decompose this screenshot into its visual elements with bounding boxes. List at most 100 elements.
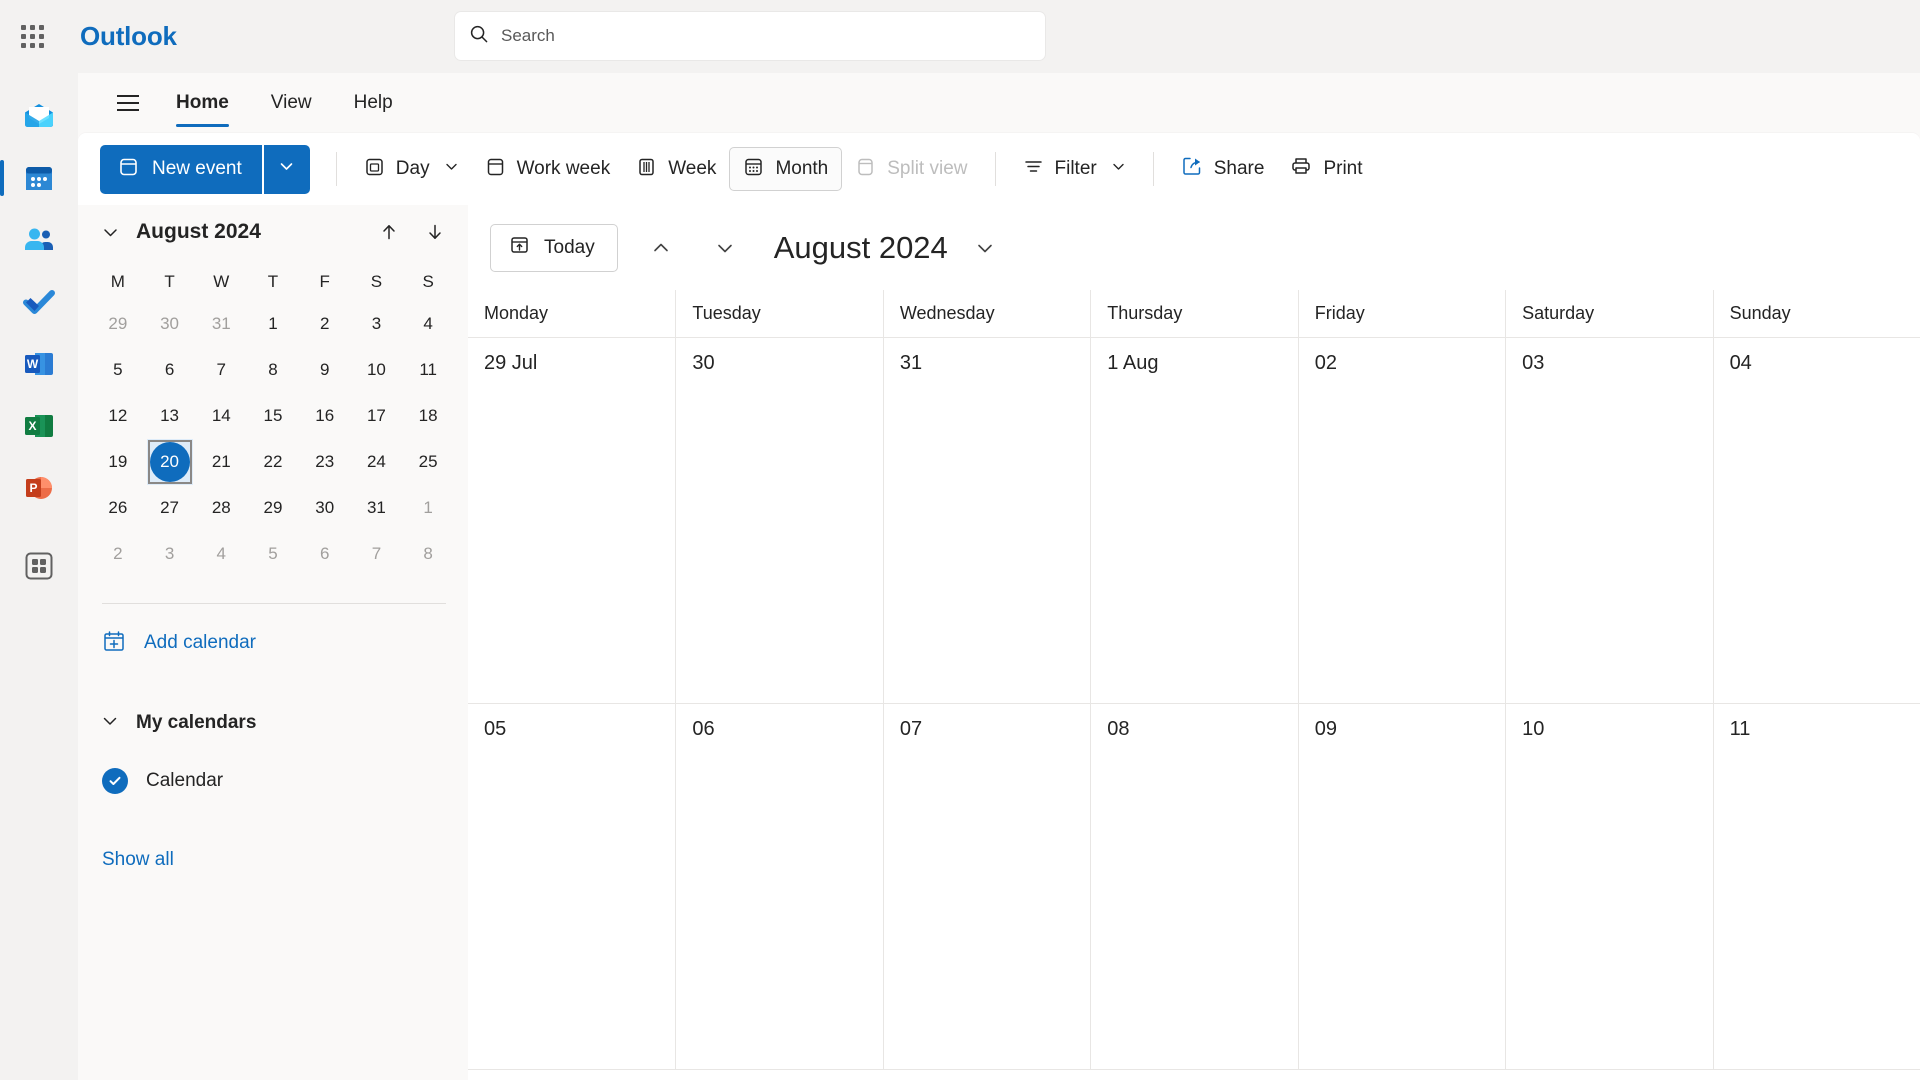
today-button[interactable]: Today bbox=[490, 223, 618, 272]
chevron-down-icon[interactable] bbox=[94, 216, 126, 248]
chevron-down-icon[interactable] bbox=[1111, 158, 1126, 180]
calendar-day-cell[interactable]: 29 Jul bbox=[468, 338, 676, 704]
mini-day-cell[interactable]: 1 bbox=[247, 301, 299, 347]
mini-day-cell[interactable]: 6 bbox=[144, 347, 196, 393]
mini-day-cell[interactable]: 31 bbox=[351, 485, 403, 531]
mini-day-cell[interactable]: 13 bbox=[144, 393, 196, 439]
rail-item-calendar[interactable] bbox=[0, 147, 67, 209]
rail-item-mail[interactable] bbox=[11, 85, 67, 147]
tab-view[interactable]: View bbox=[255, 73, 328, 133]
mini-day-cell[interactable]: 4 bbox=[195, 531, 247, 577]
mini-day-cell[interactable]: 8 bbox=[402, 531, 454, 577]
chevron-down-icon[interactable] bbox=[444, 158, 459, 180]
chevron-down-icon[interactable] bbox=[968, 231, 1002, 265]
calendar-day-cell[interactable]: 10 bbox=[1505, 704, 1713, 1070]
chevron-down-icon[interactable] bbox=[704, 227, 746, 269]
mini-day-cell[interactable]: 6 bbox=[299, 531, 351, 577]
calendar-day-cell[interactable]: 06 bbox=[675, 704, 883, 1070]
tab-home-label: Home bbox=[176, 92, 229, 113]
search-input[interactable] bbox=[501, 26, 1031, 46]
view-month-button[interactable]: Month bbox=[729, 147, 843, 191]
mini-day-cell[interactable]: 3 bbox=[144, 531, 196, 577]
calendar-period-label[interactable]: August 2024 bbox=[774, 230, 948, 266]
mini-day-cell[interactable]: 12 bbox=[92, 393, 144, 439]
mini-day-cell[interactable]: 3 bbox=[351, 301, 403, 347]
mini-day-cell[interactable]: 28 bbox=[195, 485, 247, 531]
mini-day-cell-selected[interactable]: 20 bbox=[146, 439, 193, 485]
mini-day-cell[interactable]: 22 bbox=[247, 439, 299, 485]
mini-day-initial: W bbox=[213, 272, 230, 291]
rail-item-powerpoint[interactable]: P bbox=[11, 457, 67, 519]
app-launcher-icon[interactable] bbox=[8, 13, 56, 61]
mini-day-cell[interactable]: 7 bbox=[351, 531, 403, 577]
view-week-button[interactable]: Week bbox=[623, 147, 729, 191]
mini-day-cell[interactable]: 8 bbox=[247, 347, 299, 393]
calendar-day-cell[interactable]: 02 bbox=[1297, 338, 1506, 704]
mini-day-cell[interactable]: 26 bbox=[92, 485, 144, 531]
mini-day-cell[interactable]: 16 bbox=[299, 393, 351, 439]
rail-item-more-apps[interactable] bbox=[11, 535, 67, 597]
calendar-day-cell[interactable]: 31 bbox=[882, 338, 1091, 704]
mini-day-cell[interactable]: 14 bbox=[195, 393, 247, 439]
calendar-day-cell[interactable]: 30 bbox=[675, 338, 883, 704]
hamburger-menu-icon[interactable] bbox=[106, 83, 150, 123]
mini-day-cell[interactable]: 9 bbox=[299, 347, 351, 393]
mini-day-cell[interactable]: 24 bbox=[351, 439, 403, 485]
calendar-day-cell[interactable]: 03 bbox=[1505, 338, 1713, 704]
rail-item-todo[interactable] bbox=[11, 271, 67, 333]
mini-day-cell[interactable]: 2 bbox=[92, 531, 144, 577]
arrow-down-icon[interactable] bbox=[420, 217, 450, 247]
mini-day-cell[interactable]: 29 bbox=[92, 301, 144, 347]
app-brand-title[interactable]: Outlook bbox=[80, 21, 177, 52]
my-calendars-group-header[interactable]: My calendars bbox=[78, 694, 468, 752]
mini-day-cell[interactable]: 23 bbox=[299, 439, 351, 485]
calendar-day-cell[interactable]: 08 bbox=[1090, 704, 1298, 1070]
calendar-day-cell[interactable]: 11 bbox=[1712, 704, 1920, 1070]
mini-day-cell[interactable]: 17 bbox=[351, 393, 403, 439]
chevron-up-icon[interactable] bbox=[640, 227, 682, 269]
print-button[interactable]: Print bbox=[1277, 147, 1375, 191]
mini-day-cell[interactable]: 11 bbox=[402, 347, 454, 393]
mini-day-cell[interactable]: 7 bbox=[195, 347, 247, 393]
calendar-day-cell[interactable]: 04 bbox=[1712, 338, 1920, 704]
view-work-week-button[interactable]: Work week bbox=[472, 147, 624, 191]
calendar-list-item[interactable]: Calendar bbox=[78, 752, 468, 810]
share-button[interactable]: Share bbox=[1168, 147, 1278, 191]
mini-day-cell[interactable]: 1 bbox=[402, 485, 454, 531]
arrow-up-icon[interactable] bbox=[374, 217, 404, 247]
mini-day-initial: F bbox=[319, 272, 330, 291]
mini-day-cell[interactable]: 31 bbox=[195, 301, 247, 347]
calendar-day-cell[interactable]: 1 Aug bbox=[1090, 338, 1298, 704]
mini-day-cell[interactable]: 18 bbox=[402, 393, 454, 439]
search-box[interactable] bbox=[455, 12, 1045, 60]
tab-help[interactable]: Help bbox=[338, 73, 409, 133]
tab-home[interactable]: Home bbox=[160, 73, 245, 133]
rail-item-people[interactable] bbox=[11, 209, 67, 271]
view-day-button[interactable]: Day bbox=[351, 147, 472, 191]
mini-day-cell[interactable]: 21 bbox=[195, 439, 247, 485]
filter-button[interactable]: Filter bbox=[1010, 147, 1139, 191]
calendar-day-cell[interactable]: 05 bbox=[468, 704, 676, 1070]
mini-day-cell[interactable]: 25 bbox=[402, 439, 454, 485]
calendar-day-cell[interactable]: 09 bbox=[1297, 704, 1506, 1070]
mini-day-cell[interactable]: 2 bbox=[299, 301, 351, 347]
mini-day-cell[interactable]: 30 bbox=[144, 301, 196, 347]
checkmark-circle-icon[interactable] bbox=[102, 768, 128, 794]
mini-calendar-title[interactable]: August 2024 bbox=[136, 220, 261, 244]
mini-day-cell[interactable]: 5 bbox=[92, 347, 144, 393]
calendar-day-cell[interactable]: 07 bbox=[882, 704, 1091, 1070]
mini-day-cell[interactable]: 15 bbox=[247, 393, 299, 439]
mini-day-cell[interactable]: 19 bbox=[92, 439, 144, 485]
rail-item-excel[interactable]: X bbox=[11, 395, 67, 457]
new-event-button[interactable]: New event bbox=[100, 144, 262, 194]
mini-day-cell[interactable]: 4 bbox=[402, 301, 454, 347]
mini-day-cell[interactable]: 29 bbox=[247, 485, 299, 531]
new-event-dropdown-button[interactable] bbox=[263, 144, 310, 194]
mini-day-cell[interactable]: 10 bbox=[351, 347, 403, 393]
add-calendar-button[interactable]: Add calendar bbox=[78, 612, 468, 674]
show-all-calendars-button[interactable]: Show all bbox=[78, 832, 468, 888]
mini-day-cell[interactable]: 27 bbox=[144, 485, 196, 531]
mini-day-cell[interactable]: 5 bbox=[247, 531, 299, 577]
mini-day-cell[interactable]: 30 bbox=[299, 485, 351, 531]
rail-item-word[interactable]: W bbox=[11, 333, 67, 395]
